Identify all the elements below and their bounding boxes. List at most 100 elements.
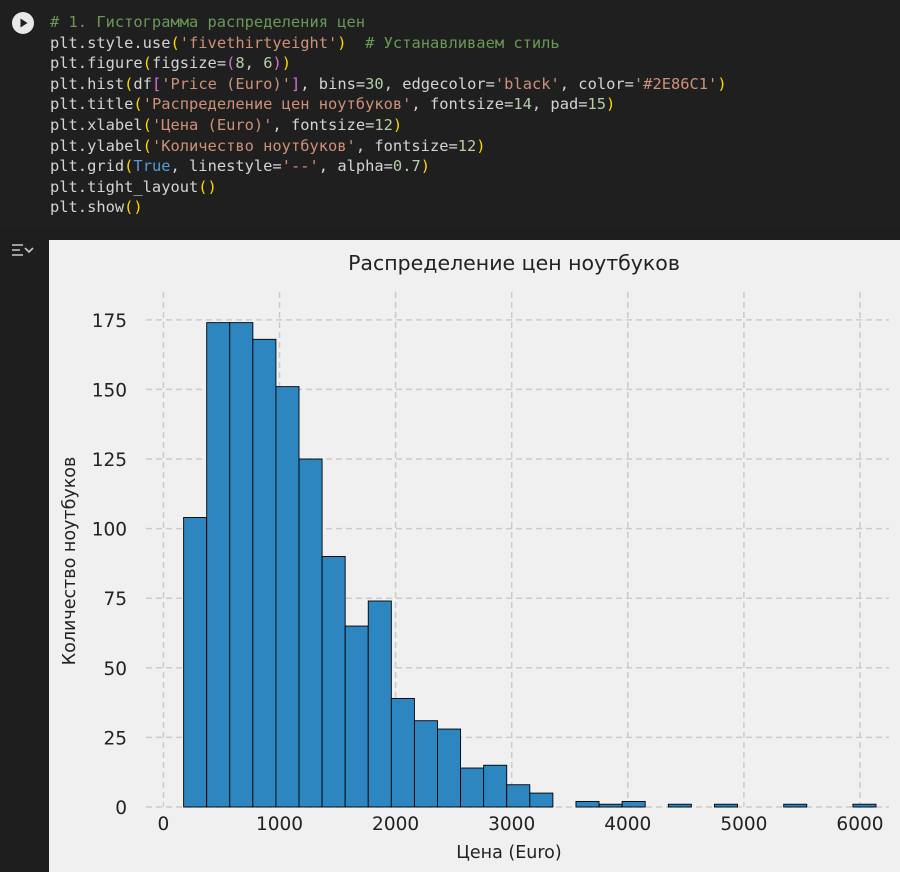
- code-token: 14: [513, 95, 532, 114]
- code-token: (: [142, 136, 152, 155]
- x-tick-label: 3000: [488, 814, 535, 835]
- code-token: 12: [457, 136, 477, 155]
- histogram-bar: [667, 803, 692, 808]
- code-token: (): [198, 177, 217, 196]
- histogram-bar: [390, 697, 415, 808]
- code-token: ): [392, 115, 403, 134]
- histogram-bar: [413, 720, 438, 808]
- code-token: plt.xlabel: [50, 115, 143, 134]
- y-tick-label: 125: [92, 450, 127, 471]
- code-token: figsize=: [151, 54, 227, 73]
- code-token: ): [337, 33, 347, 52]
- code-token: 30: [365, 74, 384, 93]
- histogram-bar: [598, 803, 623, 808]
- histogram-bar: [852, 803, 877, 808]
- x-tick-label: 5000: [720, 814, 767, 835]
- code-line: plt.figure(figsize=(8, 6)): [50, 53, 727, 74]
- code-token: '#2E86C1': [633, 74, 718, 93]
- code-token: ): [476, 136, 486, 155]
- code-token: , fontsize=: [272, 115, 375, 134]
- code-token: 'Price (Euro)': [161, 74, 291, 93]
- histogram-bar: [437, 728, 462, 808]
- code-token: (: [133, 95, 143, 114]
- histogram-bar: [621, 800, 646, 808]
- y-tick-label: 175: [92, 311, 127, 332]
- code-token: plt.style.use: [50, 33, 171, 52]
- histogram-bar: [529, 792, 554, 808]
- code-token: 'black': [494, 74, 560, 93]
- code-line: plt.tight_layout(): [50, 177, 727, 198]
- code-token: (): [124, 198, 143, 217]
- code-token: , linestyle=: [170, 157, 282, 176]
- code-token: # Устанавливаем стиль: [365, 33, 560, 52]
- code-line: plt.style.use('fivethirtyeight') # Устан…: [50, 33, 727, 54]
- code-editor[interactable]: # 1. Гистограмма распределения цен plt.st…: [50, 12, 727, 218]
- code-token: 'Распределение цен ноутбуков': [142, 95, 412, 114]
- y-tick-label: 50: [103, 659, 127, 680]
- run-cell-button[interactable]: [12, 12, 34, 34]
- y-tick-label: 0: [115, 798, 127, 819]
- code-line: plt.xlabel('Цена (Euro)', fontsize=12): [50, 115, 727, 136]
- histogram-bar: [344, 625, 369, 808]
- y-axis-label: Количество ноутбуков: [60, 457, 80, 666]
- histogram-bar: [229, 322, 254, 808]
- code-token: plt.ylabel: [50, 136, 143, 155]
- histogram-bar: [252, 338, 277, 808]
- histogram-bar: [460, 767, 485, 808]
- y-tick-label: 150: [92, 380, 127, 401]
- code-token: , edgecolor=: [383, 74, 495, 93]
- code-cell[interactable]: # 1. Гистограмма распределения цен plt.st…: [0, 0, 900, 228]
- code-token: (: [226, 54, 236, 73]
- x-tick-label: 4000: [604, 814, 651, 835]
- code-token: ): [420, 157, 431, 176]
- x-tick-label: 0: [158, 814, 170, 835]
- histogram-bar: [275, 386, 300, 808]
- histogram-bar: [298, 458, 323, 808]
- code-token: ): [272, 54, 282, 73]
- code-token: df: [133, 74, 152, 93]
- code-token: , fontsize=: [355, 136, 458, 155]
- code-line: # 1. Гистограмма распределения цен: [50, 12, 727, 33]
- code-token: (: [142, 115, 152, 134]
- code-token: 8: [235, 54, 245, 73]
- histogram-bar: [183, 517, 208, 808]
- histogram-bar: [367, 600, 392, 808]
- code-token: (: [142, 54, 152, 73]
- code-line: plt.hist(df['Price (Euro)'], bins=30, ed…: [50, 74, 727, 95]
- code-token: plt.title: [50, 95, 134, 114]
- code-token: plt.tight_layout: [50, 177, 199, 196]
- chart-title: Распределение цен ноутбуков: [348, 251, 680, 275]
- output-toggle-icon[interactable]: [10, 240, 34, 264]
- code-token: plt.figure: [50, 54, 143, 73]
- y-tick-label: 25: [103, 728, 127, 749]
- histogram-chart: 0 1000 2000 3000 4000 5000 6000 0 25 50 75 100 125 15…: [60, 251, 889, 863]
- code-token: [: [151, 74, 162, 93]
- code-token: ): [717, 74, 727, 93]
- histogram-bar: [713, 803, 738, 808]
- x-axis-label: Цена (Euro): [456, 843, 561, 863]
- code-token: ,: [244, 54, 264, 73]
- code-token: 12: [374, 115, 393, 134]
- x-tick-label: 1000: [256, 814, 303, 835]
- code-token: plt.grid: [50, 157, 125, 176]
- code-token: 'fivethirtyeight': [179, 33, 338, 52]
- y-tick-label: 100: [92, 520, 127, 541]
- histogram-bar: [321, 556, 346, 808]
- code-token: (: [170, 33, 180, 52]
- code-line: plt.show(): [50, 197, 727, 218]
- code-token: ): [606, 95, 616, 114]
- code-token: , pad=: [531, 95, 588, 114]
- code-token: , fontsize=: [411, 95, 514, 114]
- code-token: ): [281, 54, 292, 73]
- code-token: , color=: [559, 74, 634, 93]
- x-tick-label: 6000: [836, 814, 883, 835]
- code-token: 'Количество ноутбуков': [151, 136, 356, 155]
- code-token: ]: [290, 74, 301, 93]
- code-token: plt.hist: [50, 74, 125, 93]
- code-line: plt.grid(True, linestyle='--', alpha=0.7…: [50, 156, 727, 177]
- code-line: plt.ylabel('Количество ноутбуков', fonts…: [50, 136, 727, 157]
- code-token: 15: [587, 95, 607, 114]
- y-tick-label: 75: [103, 589, 127, 610]
- histogram-bar: [575, 800, 600, 808]
